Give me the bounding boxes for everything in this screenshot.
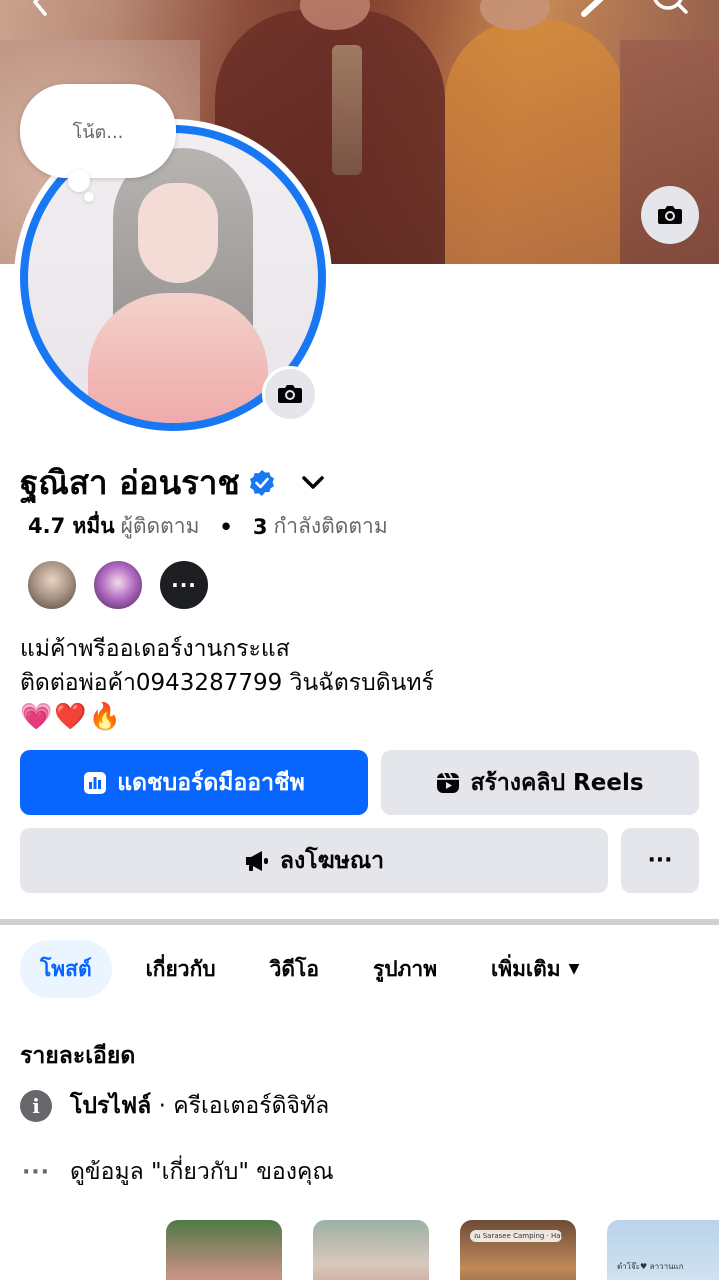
details-title: รายละเอียด [20, 1043, 136, 1069]
chevron-down-icon[interactable] [298, 468, 328, 498]
stats-separator: • [219, 514, 233, 539]
friend-avatars: ··· [26, 559, 210, 611]
followers-count[interactable]: 4.7 หมื่น [28, 510, 115, 543]
ellipsis-icon: ··· [647, 848, 673, 873]
followers-label[interactable]: ผู้ติดตาม [121, 510, 200, 543]
tab-label: เพิ่มเติม [491, 956, 561, 981]
caret-down-icon: ▼ [568, 961, 580, 977]
tab-posts[interactable]: โพสต์ [20, 940, 112, 998]
detail-profile-value: · ครีเอเตอร์ดิจิทัล [151, 1093, 330, 1119]
follow-stats: 4.7 หมื่น ผู้ติดตาม • 3 กำลังติดตาม [28, 510, 388, 543]
profile-name-row[interactable]: ฐณิสา อ่อนราช [20, 456, 328, 509]
featured-thumbnail[interactable]: ตำโจ๊ะ♥ ลาวานแก [607, 1220, 719, 1280]
note-bubble-tail-small [84, 192, 94, 202]
following-count[interactable]: 3 [253, 515, 268, 539]
advertise-label: ลงโฆษณา [279, 847, 385, 874]
featured-thumbnail[interactable] [313, 1220, 429, 1280]
tab-label: โพสต์ [40, 956, 92, 981]
more-options-button[interactable]: ··· [621, 828, 699, 893]
tab-label: วิดีโอ [269, 956, 319, 981]
note-bubble[interactable]: โน้ต... [20, 84, 176, 178]
profile-bio: แม่ค้าพรีออเดอร์งานกระแส ติดต่อพ่อค้า094… [20, 632, 434, 734]
megaphone-icon [245, 850, 268, 871]
more-friends-button[interactable]: ··· [158, 559, 210, 611]
detail-about-row[interactable]: ··· ดูข้อมูล "เกี่ยวกับ" ของคุณ [20, 1154, 334, 1190]
profile-name: ฐณิสา อ่อนราช [20, 463, 240, 502]
detail-profile-label: โปรไฟล์ [70, 1093, 152, 1119]
section-divider [0, 919, 719, 925]
avatar-camera-button[interactable] [262, 366, 318, 422]
avatar-face [138, 183, 218, 283]
thumbnail-location-tag: ณ Sarasee Camping · Hat Wangsotthong [470, 1230, 562, 1242]
friend-avatar[interactable] [26, 559, 78, 611]
bio-emoji-line: 💗❤️🔥 [20, 702, 124, 732]
thumbnail-caption: ตำโจ๊ะ♥ ลาวานแก [617, 1262, 684, 1271]
reels-label: สร้างคลิป Reels [470, 769, 644, 796]
note-bubble-tail [68, 170, 90, 192]
featured-thumbnail[interactable]: ณ Sarasee Camping · Hat Wangsotthong [460, 1220, 576, 1280]
professional-dashboard-button[interactable]: แดชบอร์ดมืออาชีพ [20, 750, 368, 815]
ellipsis-icon: ··· [21, 1159, 51, 1185]
camera-icon [658, 206, 682, 224]
tab-videos[interactable]: วิดีโอ [250, 940, 339, 998]
cover-photo-tie [332, 45, 362, 175]
detail-profile-row[interactable]: i โปรไฟล์ · ครีเอเตอร์ดิจิทัล [20, 1088, 329, 1124]
bar-chart-icon [84, 771, 107, 794]
camera-icon [278, 385, 302, 403]
profile-tabs: โพสต์ เกี่ยวกับ วิดีโอ รูปภาพ เพิ่มเติม ▼ [20, 940, 613, 998]
featured-thumbnail[interactable] [166, 1220, 282, 1280]
dashboard-label: แดชบอร์ดมืออาชีพ [117, 769, 305, 796]
detail-about-text: ดูข้อมูล "เกี่ยวกับ" ของคุณ [70, 1159, 334, 1185]
tab-more[interactable]: เพิ่มเติม ▼ [471, 940, 599, 998]
tab-label: รูปภาพ [372, 956, 438, 981]
following-label[interactable]: กำลังติดตาม [273, 510, 387, 543]
tab-label: เกี่ยวกับ [145, 956, 216, 981]
reels-icon [437, 772, 460, 793]
bio-line: ติดต่อพ่อค้า0943287799 วินฉัตรบดินทร์ [20, 670, 434, 696]
ellipsis-icon: ··· [171, 573, 197, 597]
create-reels-button[interactable]: สร้างคลิป Reels [381, 750, 699, 815]
verified-badge-icon [249, 469, 274, 496]
tab-about[interactable]: เกี่ยวกับ [126, 940, 236, 998]
cover-camera-button[interactable] [641, 186, 699, 244]
bio-line: แม่ค้าพรีออเดอร์งานกระแส [20, 636, 290, 662]
cover-photo-person-right [445, 20, 625, 264]
avatar-body [88, 293, 268, 423]
info-icon: i [20, 1090, 52, 1122]
search-icon[interactable] [650, 0, 690, 28]
chevron-left-icon[interactable] [20, 0, 60, 28]
tab-photos[interactable]: รูปภาพ [353, 940, 457, 998]
pencil-icon[interactable] [578, 0, 618, 28]
friend-avatar[interactable] [92, 559, 144, 611]
note-placeholder: โน้ต... [72, 121, 124, 143]
advertise-button[interactable]: ลงโฆษณา [20, 828, 608, 893]
